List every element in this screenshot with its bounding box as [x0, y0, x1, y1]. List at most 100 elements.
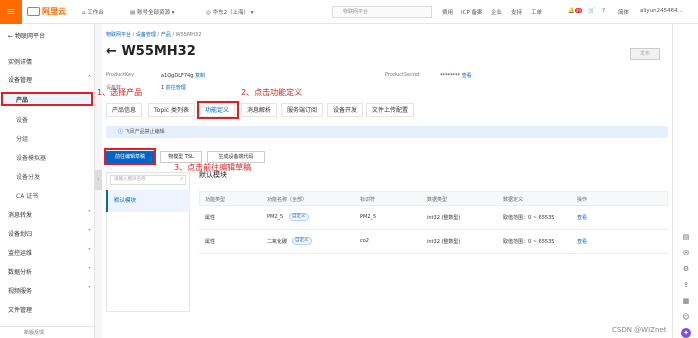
share-icon[interactable]: ⇪ — [681, 280, 691, 290]
sidebar-item-group[interactable]: 分组 — [16, 134, 28, 143]
watermark: CSDN @WIZnet — [612, 326, 667, 334]
sidebar-item-device[interactable]: 设备 — [16, 115, 28, 124]
sidebar-item-simulator[interactable]: 设备模拟器 — [16, 153, 46, 162]
sidebar-group-analytics[interactable]: 数据分析 ˅ — [8, 267, 91, 276]
tab-product-info[interactable]: 产品信息 — [106, 103, 143, 117]
tsl-button[interactable]: 物模型 TSL — [160, 151, 202, 163]
workspace-link[interactable]: ⌂ 工作台 — [82, 8, 104, 16]
nav-link-enterprise[interactable]: 企业 — [491, 8, 502, 16]
logo[interactable]: 阿里云 — [27, 6, 66, 17]
nav-link-ticket[interactable]: 工单 — [531, 8, 542, 16]
breadcrumb: 物联网平台 / 设备管理 / 产品 / W55MH32 — [106, 32, 202, 38]
sidebar-item-label: 设备 — [16, 117, 29, 124]
chevron-down-icon: ˅ — [88, 210, 91, 217]
product-secret-label: ProductSecret — [385, 72, 420, 78]
tsl-label: 物模型 TSL — [168, 154, 194, 160]
generate-code-button[interactable]: 生成设备端代码 — [207, 151, 265, 163]
tab-label: 产品信息 — [112, 107, 137, 114]
copy-link[interactable]: 复制 — [195, 73, 205, 79]
search-input[interactable]: 物联网平台 — [332, 6, 432, 18]
breadcrumb-item[interactable]: 产品 — [161, 32, 171, 38]
manage-link[interactable]: 前往管理 — [166, 85, 186, 91]
view-link[interactable]: 查看 — [577, 238, 587, 245]
tab-message-parse[interactable]: 消息解析 — [241, 103, 278, 117]
chevron-down-icon: ˅ — [88, 229, 91, 236]
resource-group-select[interactable]: ▤ 账号全部资源 ▾ — [130, 8, 174, 16]
document-icon[interactable]: ▤ — [681, 232, 691, 242]
sidebar-item-instance[interactable]: 实例详情 — [8, 57, 32, 66]
product-key-text: a1QgDLF74g — [161, 73, 194, 79]
region-select[interactable]: ◎ 华东2（上海） ▾ — [206, 8, 254, 16]
sidebar-item-label: 文件管理 — [8, 307, 33, 314]
gear-icon[interactable]: ⚙ — [681, 264, 691, 274]
lang-switch[interactable]: 简体 — [618, 8, 629, 16]
help-icon[interactable]: ? — [602, 8, 605, 14]
breadcrumb-item[interactable]: 物联网平台 — [106, 32, 131, 38]
nav-link-icp[interactable]: ICP 备案 — [461, 8, 483, 16]
back-arrow-icon[interactable]: ← — [106, 44, 117, 59]
sidebar-item-product-highlight[interactable] — [1, 92, 93, 106]
logo-text: 阿里云 — [42, 7, 66, 16]
module-search-input[interactable]: 请输入模块名称 ⌕ — [110, 175, 186, 185]
chat-icon[interactable]: ✉ — [681, 248, 691, 258]
device-count-text: 1 — [161, 85, 165, 91]
user-menu[interactable]: aliyun245464... — [640, 8, 683, 14]
cell-type: 属性 — [205, 239, 216, 245]
sidebar-item-label: 消息转发 — [8, 212, 33, 219]
cell-name: 二氧化碳 — [267, 239, 288, 245]
tab-device-dev[interactable]: 设备开发 — [327, 103, 364, 117]
custom-tag: 自定义 — [289, 213, 309, 221]
sidebar-item-ca[interactable]: CA 证书 — [16, 191, 38, 200]
module-list-item[interactable]: 默认模块 — [106, 190, 190, 212]
sidebar-group-files[interactable]: 文件管理 — [8, 305, 32, 314]
nav-link-support[interactable]: 支持 — [511, 8, 522, 16]
sidebar-group-video[interactable]: 视频服务 ˅ — [8, 286, 91, 295]
product-secret-value: ******** 查看 — [440, 72, 472, 79]
sidebar-item-label: 视频服务 — [8, 288, 33, 295]
assistant-icon[interactable]: ✦ — [681, 328, 691, 338]
menu-icon[interactable]: ≡ — [0, 0, 22, 24]
top-bar: ≡ 阿里云 ⌂ 工作台 ▤ 账号全部资源 ▾ ◎ 华东2（上海） ▾ 物联网平台… — [0, 0, 698, 24]
bell-icon[interactable]: 🔔49 — [568, 8, 582, 14]
cell-datatype: int32 (整数型) — [427, 215, 461, 221]
view-secret-link[interactable]: 查看 — [462, 73, 472, 79]
grid-icon[interactable]: ▦ — [681, 296, 691, 306]
sidebar-item-label: 设备管理 — [8, 77, 33, 84]
sidebar-group-assign[interactable]: 设备划归 ˅ — [8, 229, 91, 238]
user-icon[interactable]: ☺ — [681, 312, 691, 322]
sidebar-item-label: 数据分析 — [8, 269, 33, 276]
column-header: 标识符 — [360, 197, 376, 203]
feedback-link[interactable]: 新版反馈 — [0, 326, 95, 338]
secret-text: ******** — [440, 73, 460, 79]
tab-server-subscribe[interactable]: 服务端订阅 — [281, 103, 324, 117]
cell-definition: 取值范围：0 ~ 65535 — [503, 215, 555, 221]
breadcrumb-item[interactable]: 设备管理 — [136, 32, 156, 38]
cell-definition: 取值范围：0 ~ 65535 — [503, 239, 555, 245]
sidebar-group-monitor[interactable]: 监控运维 ˅ — [8, 248, 91, 257]
publish-button[interactable]: 发布 — [630, 48, 660, 60]
tab-topic-list[interactable]: Topic 类列表 — [148, 103, 195, 117]
sidebar-group-device-mgmt[interactable]: 设备管理 ˄ — [8, 75, 91, 84]
right-toolbar: ▤ ✉ ⚙ ⇪ ▦ ☺ ✦ — [672, 24, 698, 338]
sidebar-item-distribution[interactable]: 设备分发 — [16, 172, 40, 181]
cell-datatype: int32 (整数型) — [427, 239, 461, 245]
sidebar-collapse-handle[interactable]: ‹ — [95, 170, 102, 190]
column-header: 操作 — [577, 197, 588, 203]
sidebar-item-label: 分组 — [16, 136, 29, 143]
sidebar-item-label: 设备分发 — [16, 174, 41, 181]
tab-file-upload[interactable]: 文件上传配置 — [366, 103, 415, 117]
cell-name: PM2_5 — [267, 214, 284, 220]
sidebar-group-forwarding[interactable]: 消息转发 ˅ — [8, 210, 91, 219]
resource-group-label: 账号全部资源 — [136, 10, 170, 16]
search-icon: ⌕ — [180, 177, 183, 182]
annotation-step1: 1、选择产品 — [97, 88, 143, 97]
column-header[interactable]: 功能名称（全部） — [267, 196, 307, 203]
cart-icon[interactable]: 🛒 — [588, 8, 595, 14]
sidebar-back[interactable]: ← 物联网平台 — [8, 31, 45, 40]
sidebar-item-product[interactable]: 产品 — [16, 95, 28, 104]
chevron-down-icon: ˅ — [88, 267, 91, 274]
search-placeholder: 物联网平台 — [343, 9, 369, 15]
edit-draft-highlight — [104, 148, 156, 165]
view-link[interactable]: 查看 — [577, 214, 587, 221]
nav-link-billing[interactable]: 费用 — [442, 8, 453, 16]
